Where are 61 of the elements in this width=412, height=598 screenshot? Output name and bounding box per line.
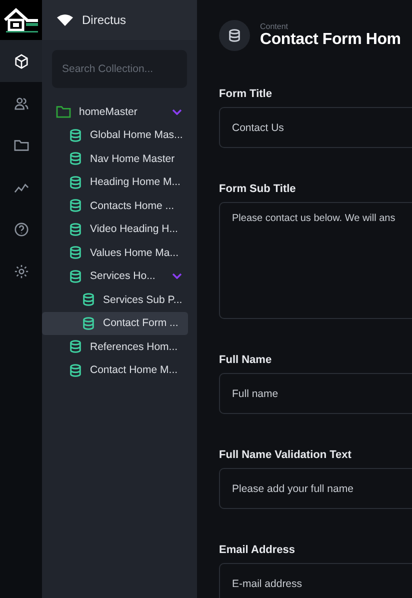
database-icon [69,246,82,260]
wifi-icon [57,14,73,26]
database-icon [82,293,95,306]
database-icon [69,364,82,377]
chevron-down-icon[interactable] [172,273,182,280]
database-icon [69,270,82,283]
tree-item[interactable]: Contact Home M... [42,358,188,382]
field-label: Email Address [219,544,296,556]
database-icon [82,316,95,330]
users-icon [14,96,28,110]
logo-drawing [2,6,40,34]
tree-label: Contacts Home ... [90,200,176,212]
box-icon [14,54,28,68]
tree-label: Services Ho... [90,270,156,282]
input-field[interactable]: E-mail address [219,563,412,598]
tree-item[interactable]: Contacts Home ... [42,194,188,218]
field-label: Full Name Validation Text [219,449,352,461]
tree-item[interactable]: homeMaster [42,100,188,124]
tree-item[interactable]: Contact Form ... [42,312,188,335]
tree-label: Values Home Ma... [90,246,180,259]
folder-icon [14,138,28,152]
help-icon [14,222,28,236]
tree-item[interactable]: References Hom... [42,335,188,358]
tree-item[interactable]: Global Home Mas... [42,124,188,147]
input-field[interactable]: Please add your full name [219,468,412,509]
tree-item[interactable]: Values Home Ma... [42,241,188,264]
tree-item[interactable]: Services Ho... [42,264,188,288]
chevron-down-icon[interactable] [172,108,182,115]
tree-item[interactable]: Nav Home Master [42,147,188,170]
field-label: Full Name [219,354,273,366]
tree-label: Video Heading H... [90,223,179,236]
tree-label: Contact Home M... [90,364,179,376]
breadcrumb[interactable]: Content [260,22,401,31]
database-icon [69,199,82,212]
tree-label: Heading Home M... [90,176,182,188]
tree-label: Contact Form ... [103,317,180,330]
folder-icon [56,105,71,118]
database-icon [69,340,82,354]
database-icon [69,222,82,236]
search-field[interactable]: Search Collection... [52,50,187,88]
tree-item[interactable]: Heading Home M... [42,170,188,194]
settings-icon [14,264,28,278]
input-field[interactable]: Full name [219,373,412,414]
text-area[interactable]: Please contact us below. We will ans [219,202,412,319]
page-title: Contact Form Hom [260,31,401,49]
database-icon [69,128,82,142]
tree-label: Global Home Mas... [90,129,184,142]
project-name: Directus [82,13,126,27]
tree-label: homeMaster [79,106,138,118]
field-label: Form Title [219,88,273,100]
box-nav-button[interactable] [0,40,42,82]
tree-item[interactable]: Video Heading H... [42,218,188,241]
tree-label: Services Sub P... [103,294,184,306]
database-icon [69,176,82,189]
tree-label: References Hom... [90,340,179,353]
tree-item[interactable]: Services Sub P... [42,288,188,312]
field-label: Form Sub Title [219,183,297,195]
database-icon [69,152,82,166]
input-field[interactable]: Contact Us [219,107,412,148]
tree-label: Nav Home Master [90,152,176,165]
database-icon [228,29,241,42]
